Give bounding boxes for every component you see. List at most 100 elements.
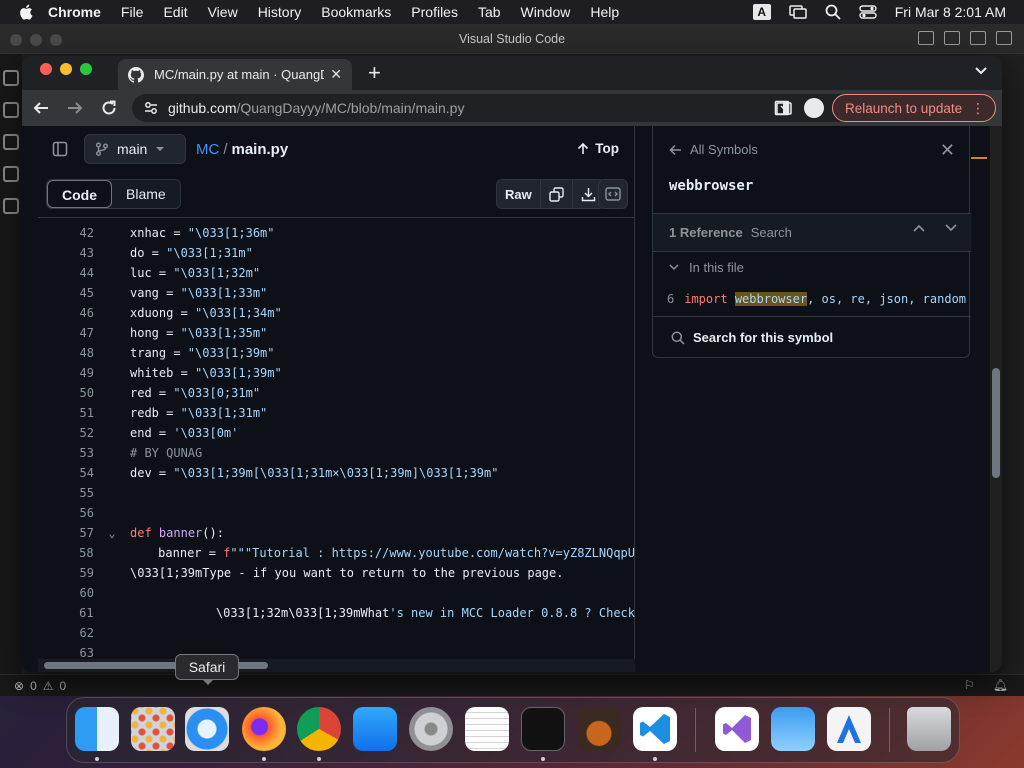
instruments-icon[interactable] xyxy=(577,707,621,751)
safari-icon[interactable] xyxy=(185,707,229,751)
line-number[interactable]: 60 xyxy=(38,586,94,600)
vscode-icon[interactable] xyxy=(633,707,677,751)
chevron-up-icon[interactable] xyxy=(913,224,925,232)
accounts-icon[interactable]: ⚐ xyxy=(964,678,975,692)
line-number[interactable]: 52 xyxy=(38,426,94,440)
reload-button[interactable] xyxy=(94,93,124,123)
breadcrumb-repo-link[interactable]: MC xyxy=(196,141,219,158)
minimize-window-icon[interactable] xyxy=(60,63,72,75)
line-number[interactable]: 49 xyxy=(38,366,94,380)
new-tab-icon[interactable]: + xyxy=(368,62,381,84)
menu-history[interactable]: History xyxy=(258,4,302,20)
tab-code[interactable]: Code xyxy=(47,180,112,208)
toggle-secondary-sidebar-icon[interactable] xyxy=(970,31,986,45)
warning-icon[interactable]: ⚠ xyxy=(43,679,54,693)
toggle-panel-icon[interactable] xyxy=(944,31,960,45)
top-button[interactable]: Top xyxy=(577,141,619,156)
line-number[interactable]: 43 xyxy=(38,246,94,260)
branch-selector[interactable]: main xyxy=(84,134,186,164)
search-icon[interactable] xyxy=(3,102,19,118)
search-for-symbol-button[interactable]: Search for this symbol xyxy=(653,316,971,358)
trash-icon[interactable] xyxy=(907,707,951,751)
menu-edit[interactable]: Edit xyxy=(163,4,187,20)
notifications-bell-icon[interactable]: 🔔︎ xyxy=(993,678,1008,692)
raw-button[interactable]: Raw xyxy=(497,180,541,208)
firefox-icon[interactable] xyxy=(242,707,286,751)
line-number[interactable]: 57 xyxy=(38,526,94,540)
apple-menu-icon[interactable] xyxy=(18,3,36,21)
run-debug-icon[interactable] xyxy=(3,166,19,182)
line-number[interactable]: 56 xyxy=(38,506,94,520)
horizontal-scrollbar[interactable] xyxy=(38,659,635,672)
close-tab-icon[interactable]: ✕ xyxy=(330,66,342,83)
line-number[interactable]: 63 xyxy=(38,646,94,659)
menu-help[interactable]: Help xyxy=(590,4,619,20)
vertical-scrollbar[interactable] xyxy=(990,126,1002,672)
line-number[interactable]: 59 xyxy=(38,566,94,580)
visual-studio-icon[interactable] xyxy=(715,707,759,751)
finder-icon[interactable] xyxy=(75,707,119,751)
profile-avatar-icon[interactable] xyxy=(804,98,824,118)
line-number[interactable]: 51 xyxy=(38,406,94,420)
zoom-window-icon[interactable] xyxy=(80,63,92,75)
line-number[interactable]: 54 xyxy=(38,466,94,480)
customize-layout-icon[interactable] xyxy=(996,31,1012,45)
explorer-icon[interactable] xyxy=(3,70,19,86)
line-number[interactable]: 48 xyxy=(38,346,94,360)
line-number[interactable]: 46 xyxy=(38,306,94,320)
input-source-icon[interactable]: A xyxy=(752,4,771,20)
toggle-sidebar-icon[interactable] xyxy=(918,31,934,45)
side-panel-icon[interactable] xyxy=(774,100,790,116)
error-icon[interactable]: ⊗ xyxy=(14,679,24,693)
source-control-icon[interactable] xyxy=(3,134,19,150)
status-errors[interactable]: 0 xyxy=(30,679,37,693)
line-number[interactable]: 62 xyxy=(38,626,94,640)
line-number[interactable]: 50 xyxy=(38,386,94,400)
line-number[interactable]: 45 xyxy=(38,286,94,300)
fold-toggle-icon[interactable]: ⌄ xyxy=(94,526,130,540)
browser-tab[interactable]: MC/main.py at main · QuangDa ✕ xyxy=(118,59,352,90)
back-button[interactable] xyxy=(26,93,56,123)
symbols-panel-button[interactable] xyxy=(598,179,628,209)
terminal-icon[interactable] xyxy=(521,707,565,751)
menu-app-name[interactable]: Chrome xyxy=(48,4,101,20)
tab-blame[interactable]: Blame xyxy=(112,180,180,208)
in-this-file-toggle[interactable]: In this file xyxy=(669,260,744,275)
line-number[interactable]: 55 xyxy=(38,486,94,500)
all-symbols-link[interactable]: All Symbols xyxy=(669,142,758,157)
zoom-dot-icon[interactable] xyxy=(50,34,62,46)
line-number[interactable]: 61 xyxy=(38,606,93,620)
control-center-icon[interactable] xyxy=(859,5,877,19)
textedit-icon[interactable] xyxy=(465,707,509,751)
site-info-icon[interactable] xyxy=(144,101,158,115)
chevron-down-icon[interactable] xyxy=(945,224,957,232)
app-store-icon[interactable] xyxy=(353,707,397,751)
status-warnings[interactable]: 0 xyxy=(60,679,67,693)
code-view[interactable]: 42 xnhac = "\033[1;36m" 43 do = "\033[1;31m… xyxy=(38,219,635,659)
screen-mirroring-icon[interactable] xyxy=(788,5,807,19)
spotlight-search-icon[interactable] xyxy=(825,4,841,20)
close-symbols-icon[interactable]: ✕ xyxy=(940,140,955,161)
extensions-icon[interactable] xyxy=(3,198,19,214)
chrome-icon[interactable] xyxy=(297,707,341,751)
launchpad-icon[interactable] xyxy=(131,707,175,751)
more-menu-icon[interactable]: ⋮ xyxy=(971,99,985,117)
xcode-instruments-icon[interactable] xyxy=(827,707,871,751)
close-window-icon[interactable] xyxy=(40,63,52,75)
close-dot-icon[interactable] xyxy=(10,34,22,46)
line-number[interactable]: 44 xyxy=(38,266,94,280)
reference-result[interactable]: 6 import webbrowser, os, re, json, random xyxy=(667,292,966,306)
menu-profiles[interactable]: Profiles xyxy=(411,4,458,20)
system-settings-icon[interactable] xyxy=(409,707,453,751)
menu-view[interactable]: View xyxy=(208,4,238,20)
relaunch-to-update-button[interactable]: Relaunch to update ⋮ xyxy=(832,94,996,122)
copy-raw-button[interactable] xyxy=(541,180,573,208)
menu-window[interactable]: Window xyxy=(521,4,571,20)
vertical-scroll-thumb[interactable] xyxy=(992,368,1000,478)
menu-tab[interactable]: Tab xyxy=(478,4,501,20)
line-number[interactable]: 58 xyxy=(38,546,93,560)
menu-bookmarks[interactable]: Bookmarks xyxy=(321,4,391,20)
address-bar[interactable]: github.com/QuangDayyy/MC/blob/main/main.… xyxy=(132,94,868,122)
line-number[interactable]: 42 xyxy=(38,226,94,240)
minimize-dot-icon[interactable] xyxy=(30,34,42,46)
